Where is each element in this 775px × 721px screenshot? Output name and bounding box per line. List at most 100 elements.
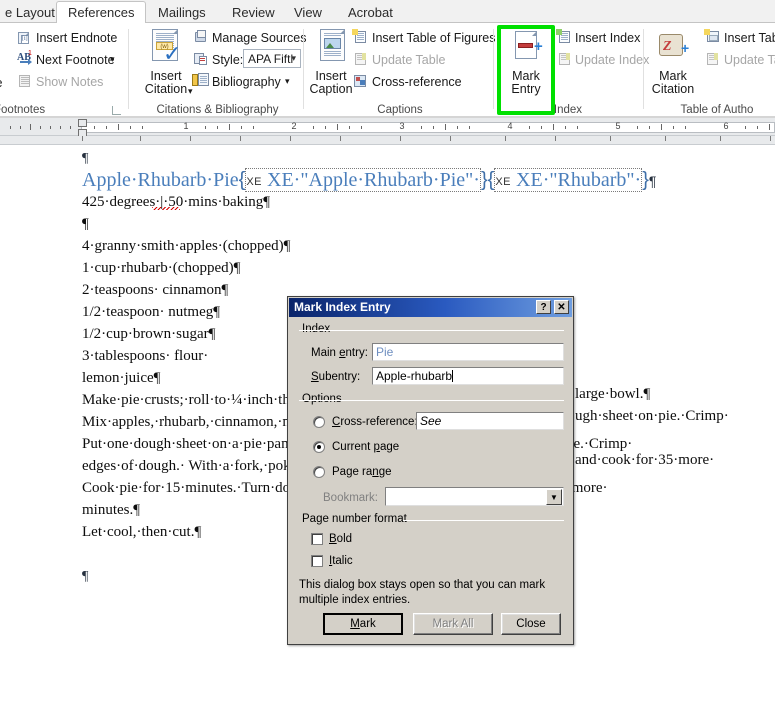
dialog-titlebar[interactable]: Mark Index Entry xyxy=(289,298,572,317)
insert-table-of-figures-button[interactable]: Insert Table of Figures xyxy=(372,30,495,46)
insert-table-of-authorities-icon xyxy=(704,29,721,44)
doc-line-6[interactable]: 1/2·cup·brown·sugar¶ xyxy=(82,327,215,342)
tab-view[interactable]: View xyxy=(283,2,333,23)
tab-acrobat[interactable]: Acrobat xyxy=(337,2,404,23)
insert-citation-label-1: Insert xyxy=(150,69,182,83)
dialog-launcher-icon[interactable] xyxy=(112,106,121,115)
ribbon-group-footnotes: te [i] Insert Endnote AB 1 Next Footnote… xyxy=(0,23,130,118)
doc-line-2[interactable]: 4·granny·smith·apples·(chopped)¶ xyxy=(82,239,290,254)
chevron-down-icon[interactable]: ▾ xyxy=(110,51,115,67)
subentry-value: Apple-rhubarb xyxy=(376,369,453,383)
tab-references[interactable]: References xyxy=(56,1,147,24)
spellcheck-underline xyxy=(152,207,180,210)
bold-label[interactable]: Bold xyxy=(329,533,352,545)
insert-table-of-authorities-button[interactable]: Insert Table xyxy=(724,30,775,46)
cross-reference-button[interactable]: Cross-reference xyxy=(372,74,462,90)
doc-line-14[interactable]: minutes.¶ xyxy=(82,503,140,518)
insert-index-icon xyxy=(556,29,572,44)
ribbon: te [i] Insert Endnote AB 1 Next Footnote… xyxy=(0,23,775,118)
help-button[interactable]: ? xyxy=(536,300,551,314)
ruler-number-6: 6 xyxy=(723,121,729,131)
horizontal-ruler[interactable]: 1 2 3 4 5 6 xyxy=(0,118,775,137)
chevron-down-icon[interactable]: ▾ xyxy=(285,73,290,89)
doc-line-3[interactable]: 1·cup·rhubarb·(chopped)¶ xyxy=(82,261,240,276)
doc-heading-line[interactable]: Apple·Rhubarb·Pie{XE XE·"Apple·Rhubarb·P… xyxy=(82,168,656,192)
mark-citation-button[interactable]: Mark Citation xyxy=(641,70,705,96)
page-range-radio[interactable] xyxy=(313,466,325,478)
show-notes-icon xyxy=(19,75,31,88)
doc-right-fragment-1: ugh·sheet·on·pie.·Crimp· xyxy=(575,408,729,424)
mark-citation-label-2: Citation xyxy=(651,82,695,96)
page-number-format-label: Page number format xyxy=(299,513,410,525)
italic-checkbox[interactable] xyxy=(311,555,323,567)
next-footnote-icon: AB 1 xyxy=(17,50,32,65)
close-button[interactable]: Close xyxy=(501,613,561,635)
update-table-of-authorities-icon xyxy=(705,52,721,66)
insert-endnote-button[interactable]: Insert Endnote xyxy=(36,30,117,46)
chevron-down-icon[interactable]: ▾ xyxy=(291,53,296,64)
update-index-icon xyxy=(557,52,572,66)
ribbon-group-label-authorities: Table of Autho xyxy=(680,104,754,116)
style-label: Style: xyxy=(212,53,244,67)
bibliography-button[interactable]: Bibliography xyxy=(212,74,281,90)
insert-caption-icon xyxy=(317,29,349,65)
manage-sources-button[interactable]: Manage Sources xyxy=(212,30,307,46)
doc-line-8[interactable]: lemon·juice¶ xyxy=(82,371,160,386)
update-index-button: Update Index xyxy=(575,53,650,67)
chevron-down-icon[interactable]: ▼ xyxy=(546,489,562,505)
page-range-label[interactable]: Page range xyxy=(332,466,391,478)
show-notes-button: Show Notes xyxy=(36,75,104,89)
options-group-label: Options xyxy=(299,393,345,405)
doc-line-17[interactable]: ¶ xyxy=(82,569,88,584)
doc-line-9[interactable]: Make·pie·crusts;·roll·to·¼·inch·thick.¶ xyxy=(82,393,319,408)
doc-line-7[interactable]: 3·tablespoons· flour· xyxy=(82,349,208,364)
insert-index-button[interactable]: Insert Index xyxy=(575,30,640,46)
main-entry-label: Main entry: xyxy=(311,347,368,359)
subentry-label: Subentry: xyxy=(311,371,361,383)
current-page-radio[interactable] xyxy=(313,441,325,453)
ruler-number-4: 4 xyxy=(507,121,513,131)
doc-line-5[interactable]: 1/2·teaspoon· nutmeg¶ xyxy=(82,305,220,320)
bold-checkbox[interactable] xyxy=(311,533,323,545)
ribbon-group-captions: Insert Caption Insert Table of Figures U… xyxy=(305,23,495,118)
cross-reference-label[interactable]: Cross-reference: xyxy=(332,416,418,428)
ruler-number-3: 3 xyxy=(399,121,405,131)
main-entry-field[interactable]: Pie xyxy=(372,343,564,361)
ribbon-group-citations: (w) ✓ Insert Citation ▾ Manage Sources S… xyxy=(130,23,307,118)
mark-index-entry-dialog[interactable]: Mark Index Entry ? ✕ Index Main entry: P… xyxy=(287,296,574,645)
mark-entry-button[interactable]: Mark Entry xyxy=(498,70,554,96)
next-footnote-button[interactable]: Next Footnote xyxy=(36,52,115,68)
tab-mailings[interactable]: Mailings xyxy=(147,2,217,23)
options-group-rule xyxy=(299,400,564,401)
mark-button[interactable]: Mark xyxy=(323,613,403,635)
first-line-indent-marker[interactable] xyxy=(78,119,87,127)
italic-label[interactable]: Italic xyxy=(329,555,353,567)
doc-line-4[interactable]: 2·teaspoons· cinnamon¶ xyxy=(82,283,228,298)
mark-entry-label-2: Entry xyxy=(511,82,541,96)
dialog-note: This dialog box stays open so that you c… xyxy=(299,579,546,606)
ruler-tab-strip[interactable] xyxy=(0,136,775,145)
ruler-number-1: 1 xyxy=(183,121,189,131)
field2-xe-switch: XE xyxy=(495,176,512,188)
mark-citation-icon: Z + xyxy=(657,32,691,64)
doc-line-1[interactable]: ¶ xyxy=(82,217,89,232)
cross-reference-radio[interactable] xyxy=(313,416,325,428)
cross-reference-field[interactable]: See xyxy=(416,412,564,430)
bookmark-dropdown[interactable]: ▼ xyxy=(385,487,564,506)
ruler-number-5: 5 xyxy=(615,121,621,131)
close-icon[interactable]: ✕ xyxy=(554,300,569,314)
insert-caption-button[interactable]: Insert Caption xyxy=(301,70,361,96)
ribbon-group-label-citations: Citations & Bibliography xyxy=(156,104,279,116)
style-dropdown[interactable]: APA Fiftl ▾ xyxy=(243,49,301,68)
index-group-rule xyxy=(299,330,564,331)
doc-line-15[interactable]: Let·cool,·then·cut.¶ xyxy=(82,525,201,540)
index-group-label: Index xyxy=(299,323,334,335)
footnote-clipped-label[interactable]: te xyxy=(0,75,2,91)
ribbon-group-label-footnotes: Footnotes xyxy=(0,104,46,116)
current-page-label[interactable]: Current page xyxy=(332,441,399,453)
tab-review[interactable]: Review xyxy=(221,2,286,23)
subentry-field[interactable]: Apple-rhubarb xyxy=(372,367,564,385)
doc-right-fragment-0: large·bowl.¶ xyxy=(575,386,651,402)
field2-close-brace: } xyxy=(642,169,649,191)
mark-citation-label-1: Mark xyxy=(659,69,687,83)
